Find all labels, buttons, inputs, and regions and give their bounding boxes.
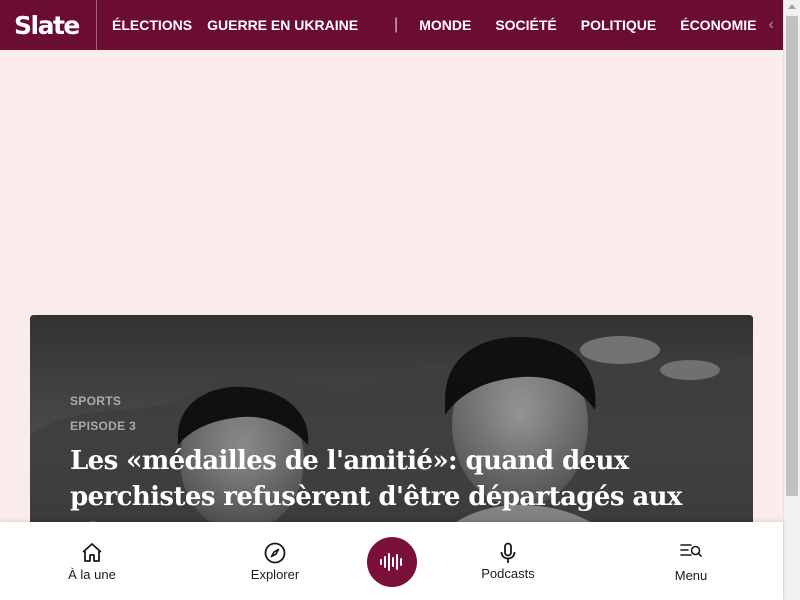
ad-placeholder [0,50,783,315]
scroll-thumb[interactable] [786,16,798,496]
bottom-navigation: À la une Explorer Podcasts Menu [0,522,783,600]
tab-podcasts-label: Podcasts [481,566,535,581]
nav-item-societe[interactable]: SOCIÉTÉ [495,17,556,33]
nav-item-elections[interactable]: ÉLECTIONS [112,17,192,33]
tab-home-label: À la une [68,567,116,582]
nav-item-politique[interactable]: POLITIQUE [581,17,656,33]
top-navigation: Slate ÉLECTIONS GUERRE EN UKRAINE | MOND… [0,0,783,50]
tab-explore[interactable]: Explorer [240,522,310,600]
nav-item-economie[interactable]: ÉCONOMIE [680,17,756,33]
article-category[interactable]: SPORTS [70,394,121,408]
home-icon [82,543,102,562]
nav-item-ukraine[interactable]: GUERRE EN UKRAINE [207,17,358,33]
scroll-up-arrow-icon[interactable] [788,4,796,9]
nav-item-monde[interactable]: MONDE [419,17,471,33]
nav-separator: | [394,16,399,33]
compass-icon [264,542,286,564]
tab-menu-label: Menu [674,568,708,583]
tab-menu[interactable]: Menu [666,522,716,600]
tab-podcasts[interactable]: Podcasts [473,522,543,600]
tab-home[interactable]: À la une [58,522,126,600]
audio-wave-icon [380,553,402,571]
article-episode: EPISODE 3 [70,419,137,433]
page-scrollbar[interactable] [783,0,800,600]
slate-logo[interactable]: Slate [0,0,97,50]
audio-player-button[interactable] [367,537,417,587]
tab-explore-label: Explorer [250,567,300,582]
nav-more-chevron-icon[interactable]: ‹ [768,16,773,34]
menu-search-icon [680,544,702,557]
microphone-icon [500,542,516,563]
